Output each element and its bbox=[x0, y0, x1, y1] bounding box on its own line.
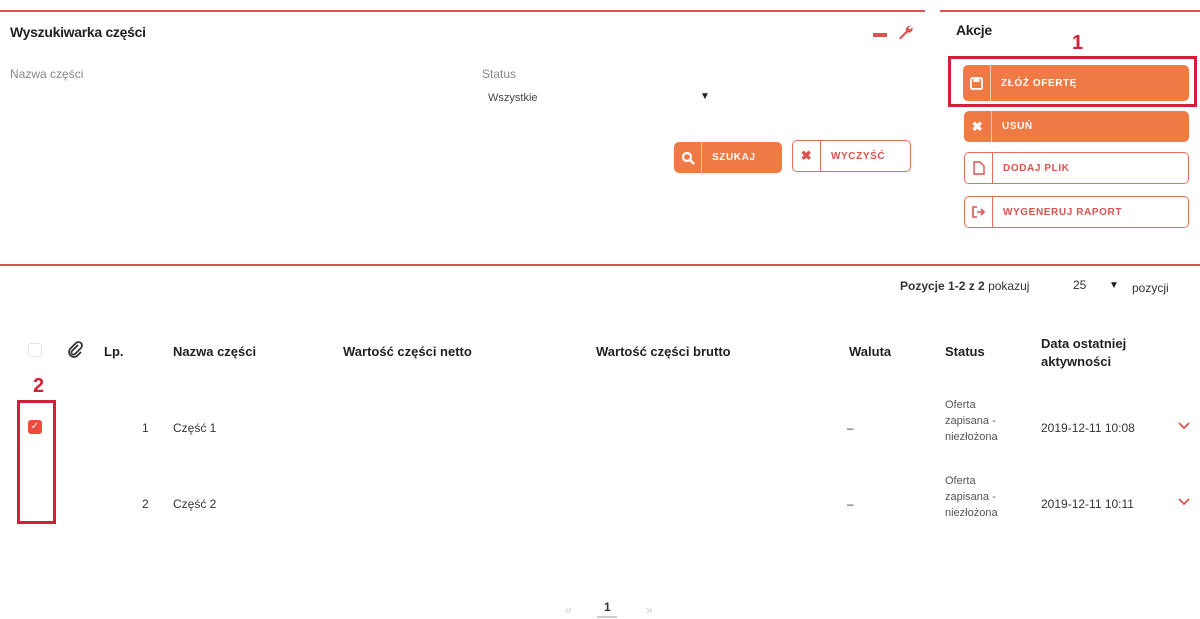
pager-prev[interactable]: « bbox=[565, 603, 572, 617]
add-file-label: DODAJ PLIK bbox=[1003, 162, 1070, 174]
row-date: 2019-12-11 10:11 bbox=[1041, 497, 1134, 511]
clear-button[interactable]: ✖ WYCZYŚĆ bbox=[792, 140, 911, 172]
table-row[interactable]: 2 Część 2 – Oferta zapisana - niezłożona… bbox=[0, 470, 1200, 540]
row-checkbox-checked[interactable]: ✓ bbox=[28, 420, 42, 434]
search-panel-title: Wyszukiwarka części bbox=[10, 24, 146, 40]
results-range: Pozycje 1-2 z 2 pokazuj bbox=[900, 279, 1029, 293]
row-lp: 2 bbox=[142, 497, 149, 511]
annotation-1: 1 bbox=[1072, 32, 1084, 54]
file-icon bbox=[965, 153, 993, 183]
submit-offer-label: ZŁÓŻ OFERTĘ bbox=[1001, 77, 1078, 89]
actions-panel-top-border bbox=[940, 10, 1200, 12]
delete-button-label: USUŃ bbox=[1002, 121, 1033, 132]
items-label: pozycji bbox=[1132, 281, 1169, 295]
show-label: pokazuj bbox=[988, 279, 1030, 293]
header-currency[interactable]: Waluta bbox=[849, 344, 891, 359]
add-file-button[interactable]: DODAJ PLIK bbox=[964, 152, 1189, 184]
header-lp: Lp. bbox=[104, 344, 124, 359]
chevron-down-icon[interactable] bbox=[1178, 495, 1190, 509]
clear-button-label: WYCZYŚĆ bbox=[831, 150, 886, 162]
minimize-icon[interactable] bbox=[873, 33, 887, 37]
row-checkbox[interactable] bbox=[28, 498, 42, 512]
generate-report-label: WYGENERUJ RAPORT bbox=[1003, 206, 1123, 218]
part-name-input[interactable] bbox=[10, 85, 260, 107]
table-row[interactable]: ✓ 1 Część 1 – Oferta zapisana - niezłożo… bbox=[0, 390, 1200, 460]
header-name[interactable]: Nazwa części bbox=[173, 344, 256, 359]
chevron-down-icon: ▼ bbox=[1109, 280, 1119, 291]
search-panel-top-border bbox=[0, 10, 925, 12]
status-select[interactable]: Wszystkie ▼ bbox=[488, 88, 713, 110]
generate-report-button[interactable]: WYGENERUJ RAPORT bbox=[964, 196, 1189, 228]
row-date: 2019-12-11 10:08 bbox=[1041, 421, 1135, 435]
pager-current[interactable]: 1 bbox=[604, 600, 611, 614]
row-status: Oferta zapisana - niezłożona bbox=[945, 473, 998, 521]
row-status: Oferta zapisana - niezłożona bbox=[945, 397, 998, 445]
chevron-down-icon[interactable] bbox=[1178, 419, 1190, 433]
row-status-line2: zapisana - bbox=[945, 491, 996, 503]
row-name[interactable]: Część 1 bbox=[173, 421, 216, 435]
status-select-value: Wszystkie bbox=[488, 92, 538, 104]
header-last-activity[interactable]: Data ostatniej aktywności bbox=[1041, 335, 1151, 371]
row-status-line3: niezłożona bbox=[945, 507, 998, 519]
pager-current-underline bbox=[597, 616, 617, 618]
search-button-label: SZUKAJ bbox=[712, 152, 756, 163]
chevron-down-icon: ▼ bbox=[700, 91, 710, 102]
close-icon: ✖ bbox=[793, 141, 821, 171]
part-name-label: Nazwa części bbox=[10, 67, 84, 81]
results-panel-top-border bbox=[0, 264, 1200, 266]
per-page-value: 25 bbox=[1073, 278, 1087, 292]
row-status-line2: zapisana - bbox=[945, 415, 996, 427]
actions-panel-title: Akcje bbox=[956, 22, 992, 38]
per-page-select[interactable]: 25 ▼ bbox=[1073, 277, 1119, 295]
select-all-checkbox[interactable] bbox=[28, 343, 42, 357]
row-status-line3: niezłożona bbox=[945, 431, 998, 443]
submit-offer-button[interactable]: ZŁÓŻ OFERTĘ bbox=[963, 65, 1189, 101]
delete-button[interactable]: ✖ USUŃ bbox=[964, 111, 1189, 142]
search-button[interactable]: SZUKAJ bbox=[674, 142, 782, 173]
row-status-line1: Oferta bbox=[945, 475, 976, 487]
row-lp: 1 bbox=[142, 421, 149, 435]
status-label: Status bbox=[482, 67, 517, 81]
close-icon: ✖ bbox=[964, 111, 992, 142]
save-icon bbox=[963, 65, 991, 101]
header-gross[interactable]: Wartość części brutto bbox=[596, 344, 731, 359]
wrench-icon[interactable] bbox=[897, 24, 913, 40]
pager-next[interactable]: » bbox=[646, 603, 653, 617]
results-range-text: Pozycje 1-2 z 2 bbox=[900, 279, 985, 293]
row-currency: – bbox=[847, 497, 854, 511]
header-status[interactable]: Status bbox=[945, 344, 985, 359]
row-status-line1: Oferta bbox=[945, 399, 976, 411]
row-currency: – bbox=[847, 421, 854, 435]
row-name[interactable]: Część 2 bbox=[173, 497, 216, 511]
export-icon bbox=[965, 197, 993, 227]
header-net[interactable]: Wartość części netto bbox=[343, 344, 472, 359]
search-icon bbox=[674, 142, 702, 173]
paperclip-icon bbox=[67, 340, 83, 363]
